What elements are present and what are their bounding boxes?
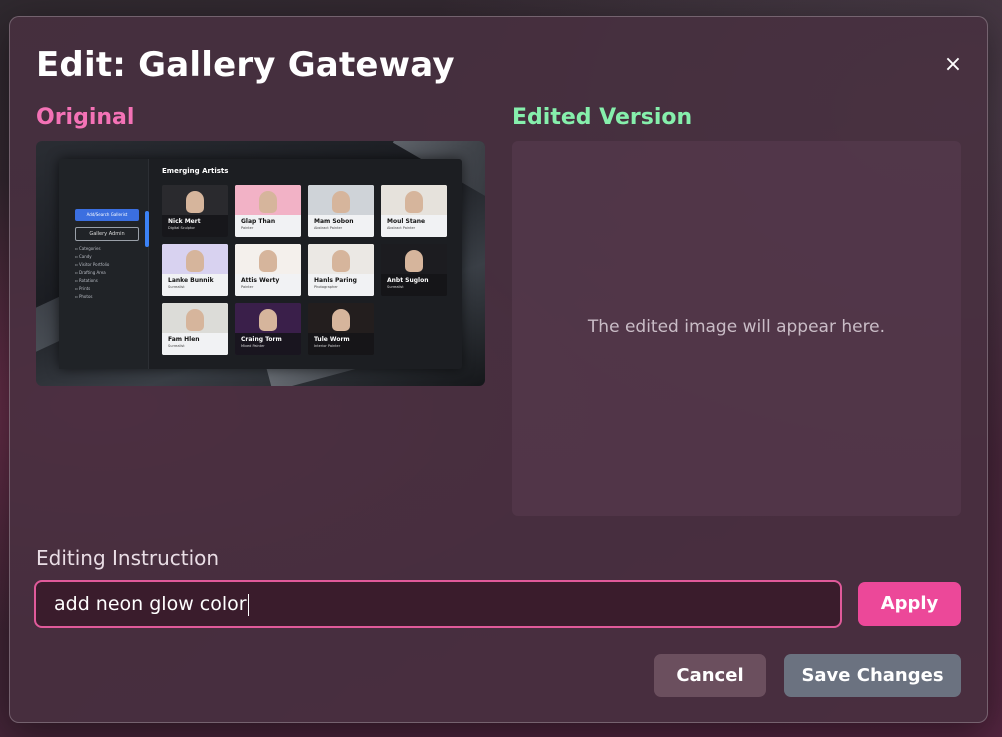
preview-artist-card: Tule Worm Interior Painter <box>308 303 374 355</box>
preview-artist-role: Painter <box>241 226 254 230</box>
modal-title: Edit: Gallery Gateway <box>36 45 455 85</box>
preview-artist-name: Tule Worm <box>314 336 350 343</box>
preview-artist-photo <box>381 185 447 215</box>
preview-artist-name: Moul Stane <box>387 218 426 225</box>
preview-artist-caption: Hanls Paring Photographer <box>308 274 374 296</box>
instruction-label: Editing Instruction <box>36 546 220 570</box>
preview-artist-caption: Anbt Suglon Surrealist <box>381 274 447 296</box>
preview-artist-role: Painter <box>241 285 254 289</box>
preview-artist-name: Nick Mert <box>168 218 201 225</box>
cancel-button[interactable]: Cancel <box>654 654 766 697</box>
preview-artist-role: Interior Painter <box>314 344 341 348</box>
portrait-icon <box>259 250 277 272</box>
preview-artist-photo <box>235 244 301 274</box>
preview-artist-caption: Craing Torm Mixed Painter <box>235 333 301 355</box>
preview-secondary-button: Gallery Admin <box>75 227 139 241</box>
preview-artist-card: Glap Than Painter <box>235 185 301 237</box>
preview-artist-name: Fam Hlen <box>168 336 200 343</box>
preview-artist-role: Mixed Painter <box>241 344 265 348</box>
preview-artist-photo <box>381 244 447 274</box>
preview-nav-item: ▫ Photos <box>75 294 93 299</box>
preview-artist-name: Lanke Bunnik <box>168 277 214 284</box>
preview-artist-card: Hanls Paring Photographer <box>308 244 374 296</box>
preview-artist-caption: Nick Mert Digital Sculptor <box>162 215 228 237</box>
preview-nav-item: ▫ Candy <box>75 254 92 259</box>
preview-artist-role: Abstract Painter <box>387 226 416 230</box>
preview-artist-photo <box>235 303 301 333</box>
preview-artist-role: Abstract Painter <box>314 226 343 230</box>
preview-artist-caption: Mam Sobon Abstract Painter <box>308 215 374 237</box>
original-image: Add/Search Gallerist Gallery Admin ▫ Cat… <box>36 141 485 386</box>
preview-artist-name: Hanls Paring <box>314 277 357 284</box>
portrait-icon <box>259 309 277 331</box>
preview-sidebar: Add/Search Gallerist Gallery Admin ▫ Cat… <box>59 159 149 369</box>
preview-artist-card: Mam Sobon Abstract Painter <box>308 185 374 237</box>
preview-artist-role: Surrealist <box>168 285 185 289</box>
preview-artist-name: Anbt Suglon <box>387 277 429 284</box>
preview-artist-photo <box>308 244 374 274</box>
edited-preview-panel: The edited image will appear here. <box>512 141 961 516</box>
portrait-icon <box>186 250 204 272</box>
portrait-icon <box>405 191 423 213</box>
original-label: Original <box>36 105 135 130</box>
preview-artist-role: Photographer <box>314 285 338 289</box>
apply-button[interactable]: Apply <box>858 582 961 626</box>
preview-artist-name: Attis Werty <box>241 277 280 284</box>
preview-artist-card: Craing Torm Mixed Painter <box>235 303 301 355</box>
edited-placeholder-text: The edited image will appear here. <box>587 317 886 337</box>
preview-artist-photo <box>162 244 228 274</box>
portrait-icon <box>332 250 350 272</box>
edit-modal: Edit: Gallery Gateway × Original Edited … <box>9 16 988 723</box>
preview-artist-card: Lanke Bunnik Surrealist <box>162 244 228 296</box>
save-changes-button[interactable]: Save Changes <box>784 654 961 697</box>
close-icon[interactable]: × <box>943 54 963 76</box>
preview-nav-item: ▫ Visitor Portfolio <box>75 262 110 267</box>
preview-heading: Emerging Artists <box>162 167 229 175</box>
preview-artist-photo <box>162 185 228 215</box>
preview-nav-item: ▫ Rotations <box>75 278 98 283</box>
text-caret <box>247 593 249 616</box>
preview-app-window: Add/Search Gallerist Gallery Admin ▫ Cat… <box>59 159 462 369</box>
preview-scroll-accent <box>145 211 149 247</box>
preview-nav: ▫ Categories ▫ Candy ▫ Visitor Portfolio ▫ … <box>75 245 109 301</box>
preview-artist-card: Nick Mert Digital Sculptor <box>162 185 228 237</box>
preview-artist-card: Attis Werty Painter <box>235 244 301 296</box>
preview-primary-button: Add/Search Gallerist <box>75 209 139 221</box>
instruction-input-value: add neon glow color <box>54 593 247 615</box>
preview-artist-role: Surrealist <box>168 344 185 348</box>
preview-nav-item: ▫ Drafting Area <box>75 270 106 275</box>
preview-artist-name: Mam Sobon <box>314 218 354 225</box>
preview-artist-photo <box>308 303 374 333</box>
preview-nav-item: ▫ Categories <box>75 246 101 251</box>
preview-artist-photo <box>162 303 228 333</box>
preview-artist-caption: Tule Worm Interior Painter <box>308 333 374 355</box>
preview-artist-name: Craing Torm <box>241 336 282 343</box>
preview-artist-photo <box>235 185 301 215</box>
portrait-icon <box>332 309 350 331</box>
preview-artist-caption: Attis Werty Painter <box>235 274 301 296</box>
edited-label: Edited Version <box>512 105 693 130</box>
preview-artist-card: Anbt Suglon Surrealist <box>381 244 447 296</box>
preview-artist-role: Surrealist <box>387 285 404 289</box>
preview-artist-role: Digital Sculptor <box>168 226 195 230</box>
preview-artist-card: Fam Hlen Surrealist <box>162 303 228 355</box>
preview-artist-photo <box>308 185 374 215</box>
portrait-icon <box>186 191 204 213</box>
preview-artist-caption: Fam Hlen Surrealist <box>162 333 228 355</box>
preview-artist-caption: Lanke Bunnik Surrealist <box>162 274 228 296</box>
portrait-icon <box>405 250 423 272</box>
portrait-icon <box>186 309 204 331</box>
instruction-input[interactable]: add neon glow color <box>34 580 842 628</box>
preview-artist-caption: Moul Stane Abstract Painter <box>381 215 447 237</box>
preview-nav-item: ▫ Prints <box>75 286 91 291</box>
preview-artist-caption: Glap Than Painter <box>235 215 301 237</box>
portrait-icon <box>332 191 350 213</box>
preview-artist-card: Moul Stane Abstract Painter <box>381 185 447 237</box>
portrait-icon <box>259 191 277 213</box>
preview-artist-name: Glap Than <box>241 218 276 225</box>
